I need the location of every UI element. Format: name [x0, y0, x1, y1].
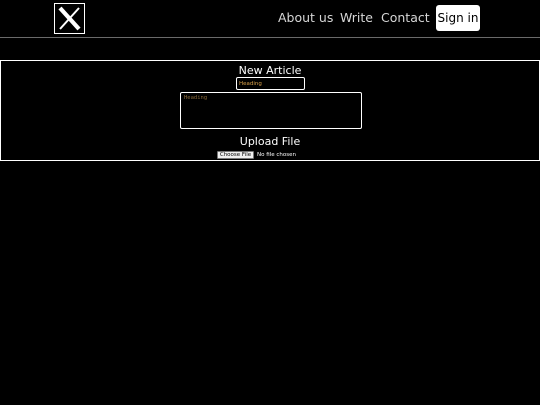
top-navbar: About us Write Contact Sign in	[0, 0, 540, 38]
x-logo-icon[interactable]	[54, 3, 85, 34]
upload-file-title: Upload File	[239, 135, 301, 148]
nav-link-write[interactable]: Write	[340, 9, 373, 27]
x-logo-glyph	[58, 6, 81, 31]
nav-link-about[interactable]: About us	[278, 9, 333, 27]
sign-in-button[interactable]: Sign in	[436, 5, 480, 31]
article-body-textarea[interactable]	[180, 92, 362, 129]
new-article-title: New Article	[238, 64, 302, 77]
choose-file-button[interactable]: Choose File	[217, 150, 254, 159]
file-upload-control: Choose File No file chosen	[217, 150, 296, 159]
heading-input[interactable]	[236, 77, 305, 90]
file-status-text: No file chosen	[257, 151, 296, 158]
nav-link-contact[interactable]: Contact	[381, 9, 430, 27]
new-article-form: New Article Upload File Choose File No f…	[0, 60, 540, 161]
